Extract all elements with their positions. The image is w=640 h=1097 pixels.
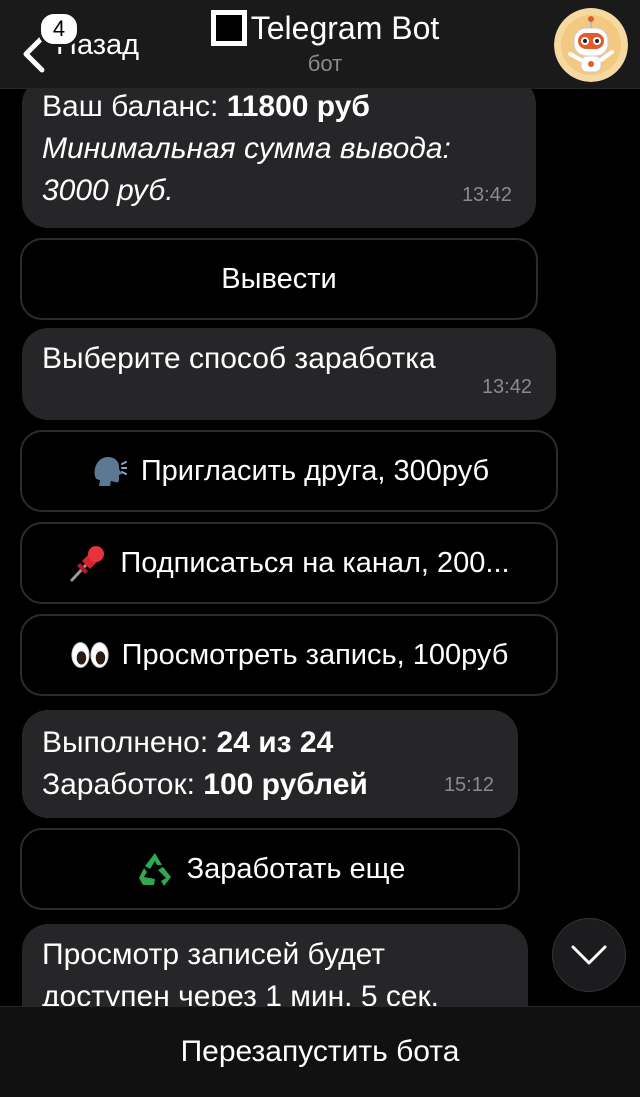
message-choose-method: Выберите способ заработка 13:42 <box>22 328 556 420</box>
chevron-down-icon <box>571 945 607 965</box>
done-label: Выполнено: <box>42 726 217 759</box>
unread-count-badge: 4 <box>38 11 80 47</box>
min-withdraw-label: Минимальная сумма вывода: <box>42 132 451 165</box>
earn-more-button[interactable]: Заработать еще <box>20 828 520 910</box>
recycle-icon <box>135 849 175 889</box>
invite-friend-button[interactable]: Пригласить друга, 300руб <box>20 430 558 512</box>
subscribe-channel-label: Подписаться на канал, 200... <box>120 546 510 579</box>
chat-header: Назад 4 Telegram Bot бот <box>0 0 640 89</box>
view-post-label: Просмотреть запись, 100руб <box>121 638 509 671</box>
earn-more-label: Заработать еще <box>186 852 406 885</box>
view-post-button[interactable]: Просмотреть запись, 100руб <box>20 614 558 696</box>
done-value: 24 из 24 <box>216 726 334 759</box>
scroll-down-button[interactable] <box>552 918 626 992</box>
balance-label: Ваш баланс: <box>42 90 227 123</box>
chat-history[interactable]: Ваш баланс: 11800 руб Минимальная сумма … <box>0 0 640 1006</box>
message-text: Выберите способ заработка <box>42 342 436 375</box>
subscribe-channel-button[interactable]: Подписаться на канал, 200... <box>20 522 558 604</box>
earn-label: Заработок: <box>42 768 204 801</box>
bot-keyboard-bar: Перезапустить бота <box>0 1006 640 1097</box>
robot-avatar-icon[interactable] <box>554 8 628 82</box>
message-view-cooldown: Просмотр записей будет доступен через 1 … <box>22 924 528 1006</box>
balance-value: 11800 руб <box>226 90 370 123</box>
chat-title-area[interactable]: Telegram Bot бот <box>190 8 460 77</box>
pushpin-icon <box>68 543 108 583</box>
message-time: 13:42 <box>461 184 512 206</box>
message-time: 15:12 <box>443 774 494 796</box>
min-withdraw-value: 3000 руб. <box>42 174 174 207</box>
chat-subtitle: бот <box>307 51 343 76</box>
speaking-head-icon <box>89 451 129 491</box>
cooldown-line-2: доступен через 1 мин. 5 сек. <box>42 980 440 1006</box>
chat-title: Telegram Bot <box>250 10 440 46</box>
invite-friend-label: Пригласить друга, 300руб <box>140 454 490 487</box>
square-icon <box>210 10 247 46</box>
message-balance: Ваш баланс: 11800 руб Минимальная сумма … <box>22 78 536 228</box>
withdraw-button-label: Вывести <box>221 262 337 295</box>
message-time: 13:42 <box>481 376 532 398</box>
restart-bot-button[interactable]: Перезапустить бота <box>181 1035 460 1069</box>
message-task-result: Выполнено: 24 из 24 Заработок: 100 рубле… <box>22 710 518 818</box>
earn-value: 100 рублей <box>203 768 368 801</box>
withdraw-button[interactable]: Вывести <box>20 238 538 320</box>
cooldown-line-1: Просмотр записей будет <box>42 938 386 971</box>
eyes-icon <box>70 635 110 675</box>
back-button[interactable]: Назад 4 <box>10 8 170 80</box>
